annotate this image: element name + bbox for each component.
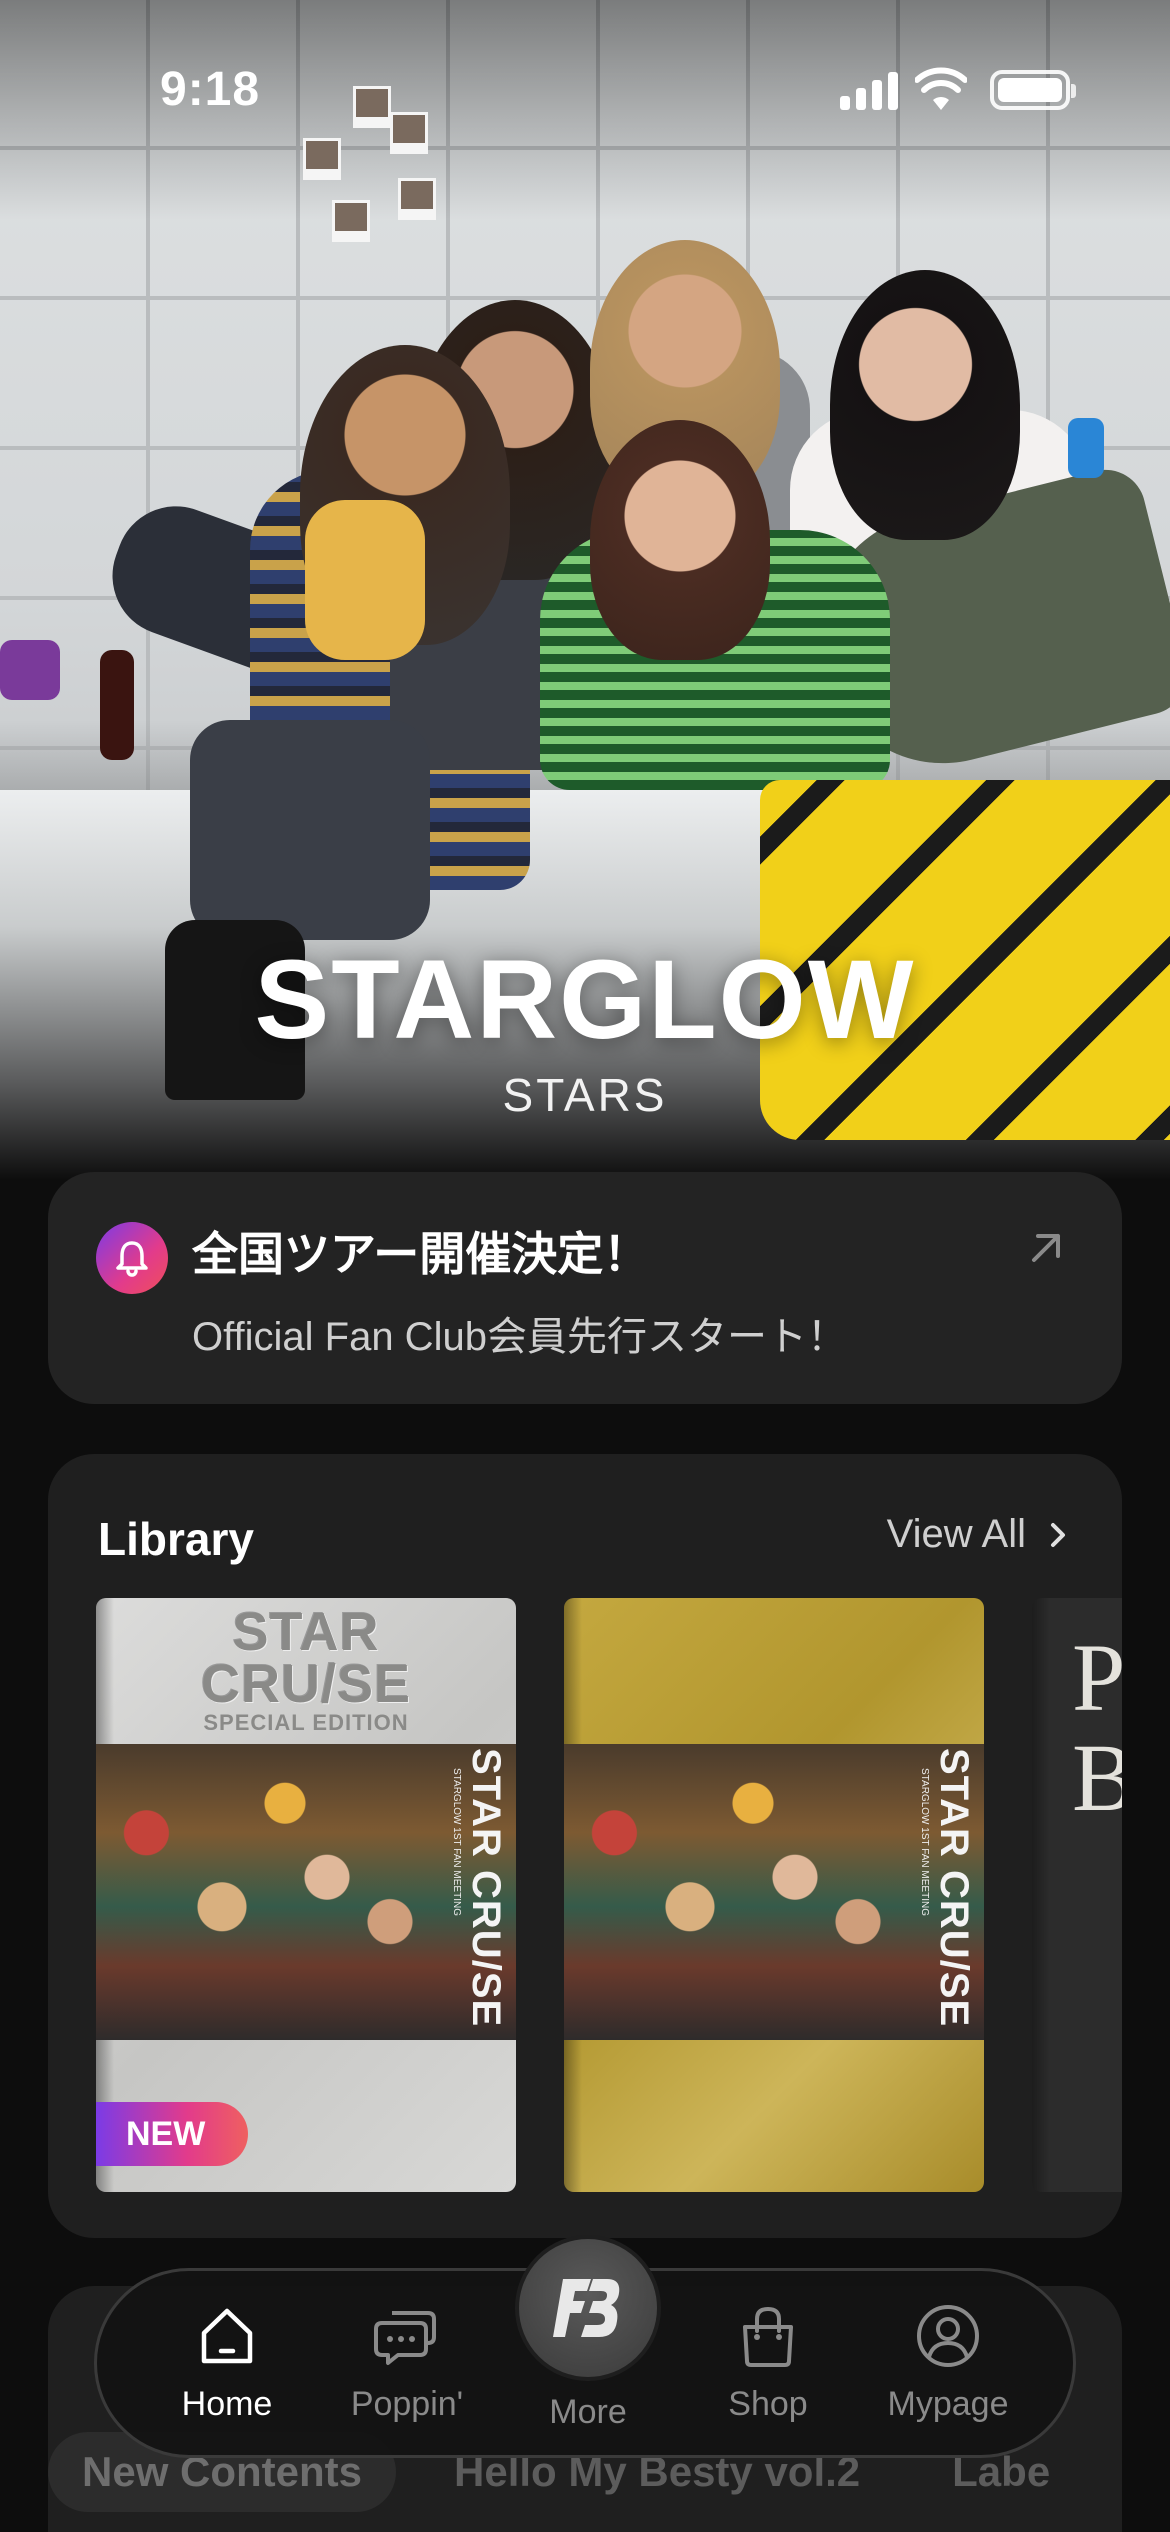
- library-section: Library View All STAR CRU/SE SPECIAL EDI…: [48, 1454, 1122, 2238]
- nav-item-mypage[interactable]: Mypage: [868, 2301, 1028, 2441]
- wifi-icon: [915, 67, 967, 110]
- notice-title: 全国ツアー開催決定！: [192, 1228, 650, 1280]
- nav-label-home: Home: [181, 2385, 273, 2423]
- book-cover-side-text: STAR CRU/SE: [932, 1748, 976, 2028]
- notice-subtitle: Official Fan Club会員先行スタート！: [192, 1315, 847, 1359]
- battery-icon: [990, 70, 1076, 110]
- artist-subtitle: STARS: [502, 1069, 668, 1121]
- library-book[interactable]: STARGLOW 1ST FAN MEETING STAR CRU/SE: [564, 1598, 984, 2192]
- book-cover-title: STAR CRU/SE: [200, 1602, 412, 1714]
- status-time: 9:18: [160, 63, 261, 116]
- nav-item-home[interactable]: Home: [147, 2301, 307, 2441]
- book-cover-title: P B: [1072, 1624, 1122, 1831]
- view-all-link[interactable]: View All: [887, 1512, 1072, 1557]
- nav-label-more: More: [549, 2393, 627, 2431]
- member-figure: [590, 420, 770, 660]
- chat-bubbles-icon: [374, 2311, 436, 2365]
- fb-logo-icon: [553, 2279, 620, 2337]
- nav-label-mypage: Mypage: [887, 2385, 1009, 2423]
- bell-icon: [96, 1222, 168, 1294]
- book-cover-small-text: STARGLOW 1ST FAN MEETING: [919, 1768, 930, 1916]
- artist-name: STARGLOW: [254, 937, 916, 1062]
- book-cover-small-text: STARGLOW 1ST FAN MEETING: [451, 1768, 462, 1916]
- notice-card[interactable]: 全国ツアー開催決定！ Official Fan Club会員先行スタート！: [48, 1172, 1122, 1404]
- bottom-nav: Home Poppin' More Shop Mypage: [94, 2235, 1076, 2458]
- status-bar: 9:18: [0, 0, 1170, 150]
- library-book[interactable]: P B: [1032, 1598, 1122, 2192]
- user-icon: [917, 2305, 979, 2367]
- book-cover-side-text: STAR CRU/SE: [464, 1748, 508, 2028]
- home-icon: [201, 2308, 253, 2364]
- nav-more-button[interactable]: [515, 2235, 661, 2381]
- nav-label-poppin: Poppin': [350, 2385, 464, 2423]
- member-figure: [830, 270, 1020, 540]
- nav-item-poppin[interactable]: Poppin': [327, 2301, 487, 2441]
- library-title: Library: [98, 1513, 254, 1565]
- polaroid-photo: [332, 200, 370, 242]
- cellular-signal-icon: [840, 70, 900, 110]
- library-book[interactable]: STAR CRU/SE SPECIAL EDITION STARGLOW 1ST…: [96, 1598, 516, 2192]
- new-badge: NEW: [96, 2102, 248, 2166]
- nav-label-shop: Shop: [728, 2385, 808, 2423]
- arrow-up-right-icon[interactable]: [1026, 1228, 1066, 1268]
- chevron-right-icon: [1051, 1522, 1065, 1547]
- book-cover-edition: SPECIAL EDITION: [203, 1710, 409, 1735]
- view-all-label: View All: [886, 1512, 1026, 1556]
- nav-item-shop[interactable]: Shop: [688, 2301, 848, 2441]
- shopping-bag-icon: [743, 2306, 793, 2367]
- polaroid-photo: [398, 178, 436, 220]
